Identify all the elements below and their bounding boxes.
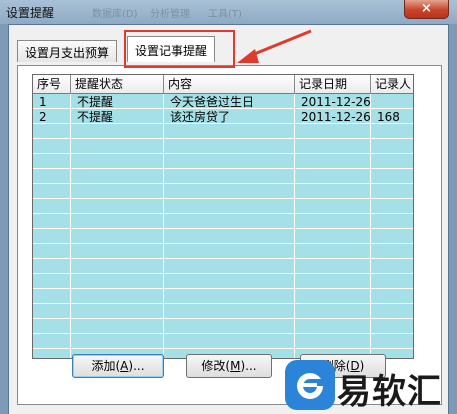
- edit-button-hotkey: M: [230, 359, 241, 373]
- column-header-status[interactable]: 提醒状态: [71, 75, 164, 94]
- add-button-tail: )...: [128, 359, 145, 373]
- cell-no: 2: [39, 110, 47, 124]
- ghost-menu-item: 分析管理: [150, 9, 190, 20]
- cell-status: 不提醒: [77, 110, 114, 124]
- cell-status: 不提醒: [77, 95, 114, 109]
- window-title: 设置提醒: [6, 6, 55, 20]
- cell-date: 2011-12-26: [301, 95, 371, 109]
- annotation-highlight-box: [124, 30, 235, 68]
- ghost-menu-item: 数据库(D): [92, 9, 138, 20]
- edit-button[interactable]: 修改(M)...: [186, 354, 272, 378]
- grid-divider: [294, 94, 295, 358]
- cell-no: 1: [39, 95, 47, 109]
- edit-button-label: 修改(: [201, 359, 231, 373]
- add-button[interactable]: 添加(A)...: [72, 354, 164, 378]
- reminder-table[interactable]: 序号 提醒状态 内容 记录日期 记录人 1 不提醒 今天爸爸过生日 2011-1…: [32, 74, 414, 359]
- grid-divider: [370, 94, 371, 358]
- close-icon: ×: [421, 1, 432, 16]
- dialog-body: 设置月支出预算 设置记事提醒 序号 提醒状态 内容 记录日期 记录人 1 不提醒…: [8, 24, 449, 414]
- annotation-arrow-icon: [237, 29, 312, 63]
- watermark-logo-icon: [285, 360, 335, 410]
- tab-monthly-budget[interactable]: 设置月支出预算: [17, 40, 118, 62]
- watermark: 易软汇: [285, 360, 457, 414]
- grid-lines: [33, 94, 413, 358]
- close-button[interactable]: ×: [404, 0, 449, 19]
- cell-date: 2011-12-26: [301, 110, 371, 124]
- column-header-no[interactable]: 序号: [33, 75, 71, 94]
- column-header-recorder[interactable]: 记录人: [371, 75, 413, 94]
- grid-divider: [163, 94, 164, 358]
- cell-content: 今天爸爸过生日: [170, 95, 255, 109]
- cell-recorder: 168: [377, 110, 400, 124]
- table-row[interactable]: 1 不提醒 今天爸爸过生日 2011-12-26: [33, 95, 413, 110]
- grid-divider: [70, 94, 71, 358]
- table-header: 序号 提醒状态 内容 记录日期 记录人: [33, 75, 413, 94]
- title-bar: 设置提醒 数据库(D) 分析管理 工具(T) ×: [0, 0, 457, 24]
- table-row[interactable]: 2 不提醒 该还房贷了 2011-12-26 168: [33, 110, 413, 125]
- ghost-menu-item: 工具(T): [208, 9, 242, 20]
- cell-recorder: [371, 95, 377, 110]
- watermark-text: 易软汇: [337, 372, 442, 412]
- cell-content: 该还房贷了: [170, 110, 231, 124]
- add-button-label: 添加(: [91, 359, 121, 373]
- tab-label: 设置月支出预算: [25, 46, 110, 60]
- edit-button-tail: )...: [240, 359, 257, 373]
